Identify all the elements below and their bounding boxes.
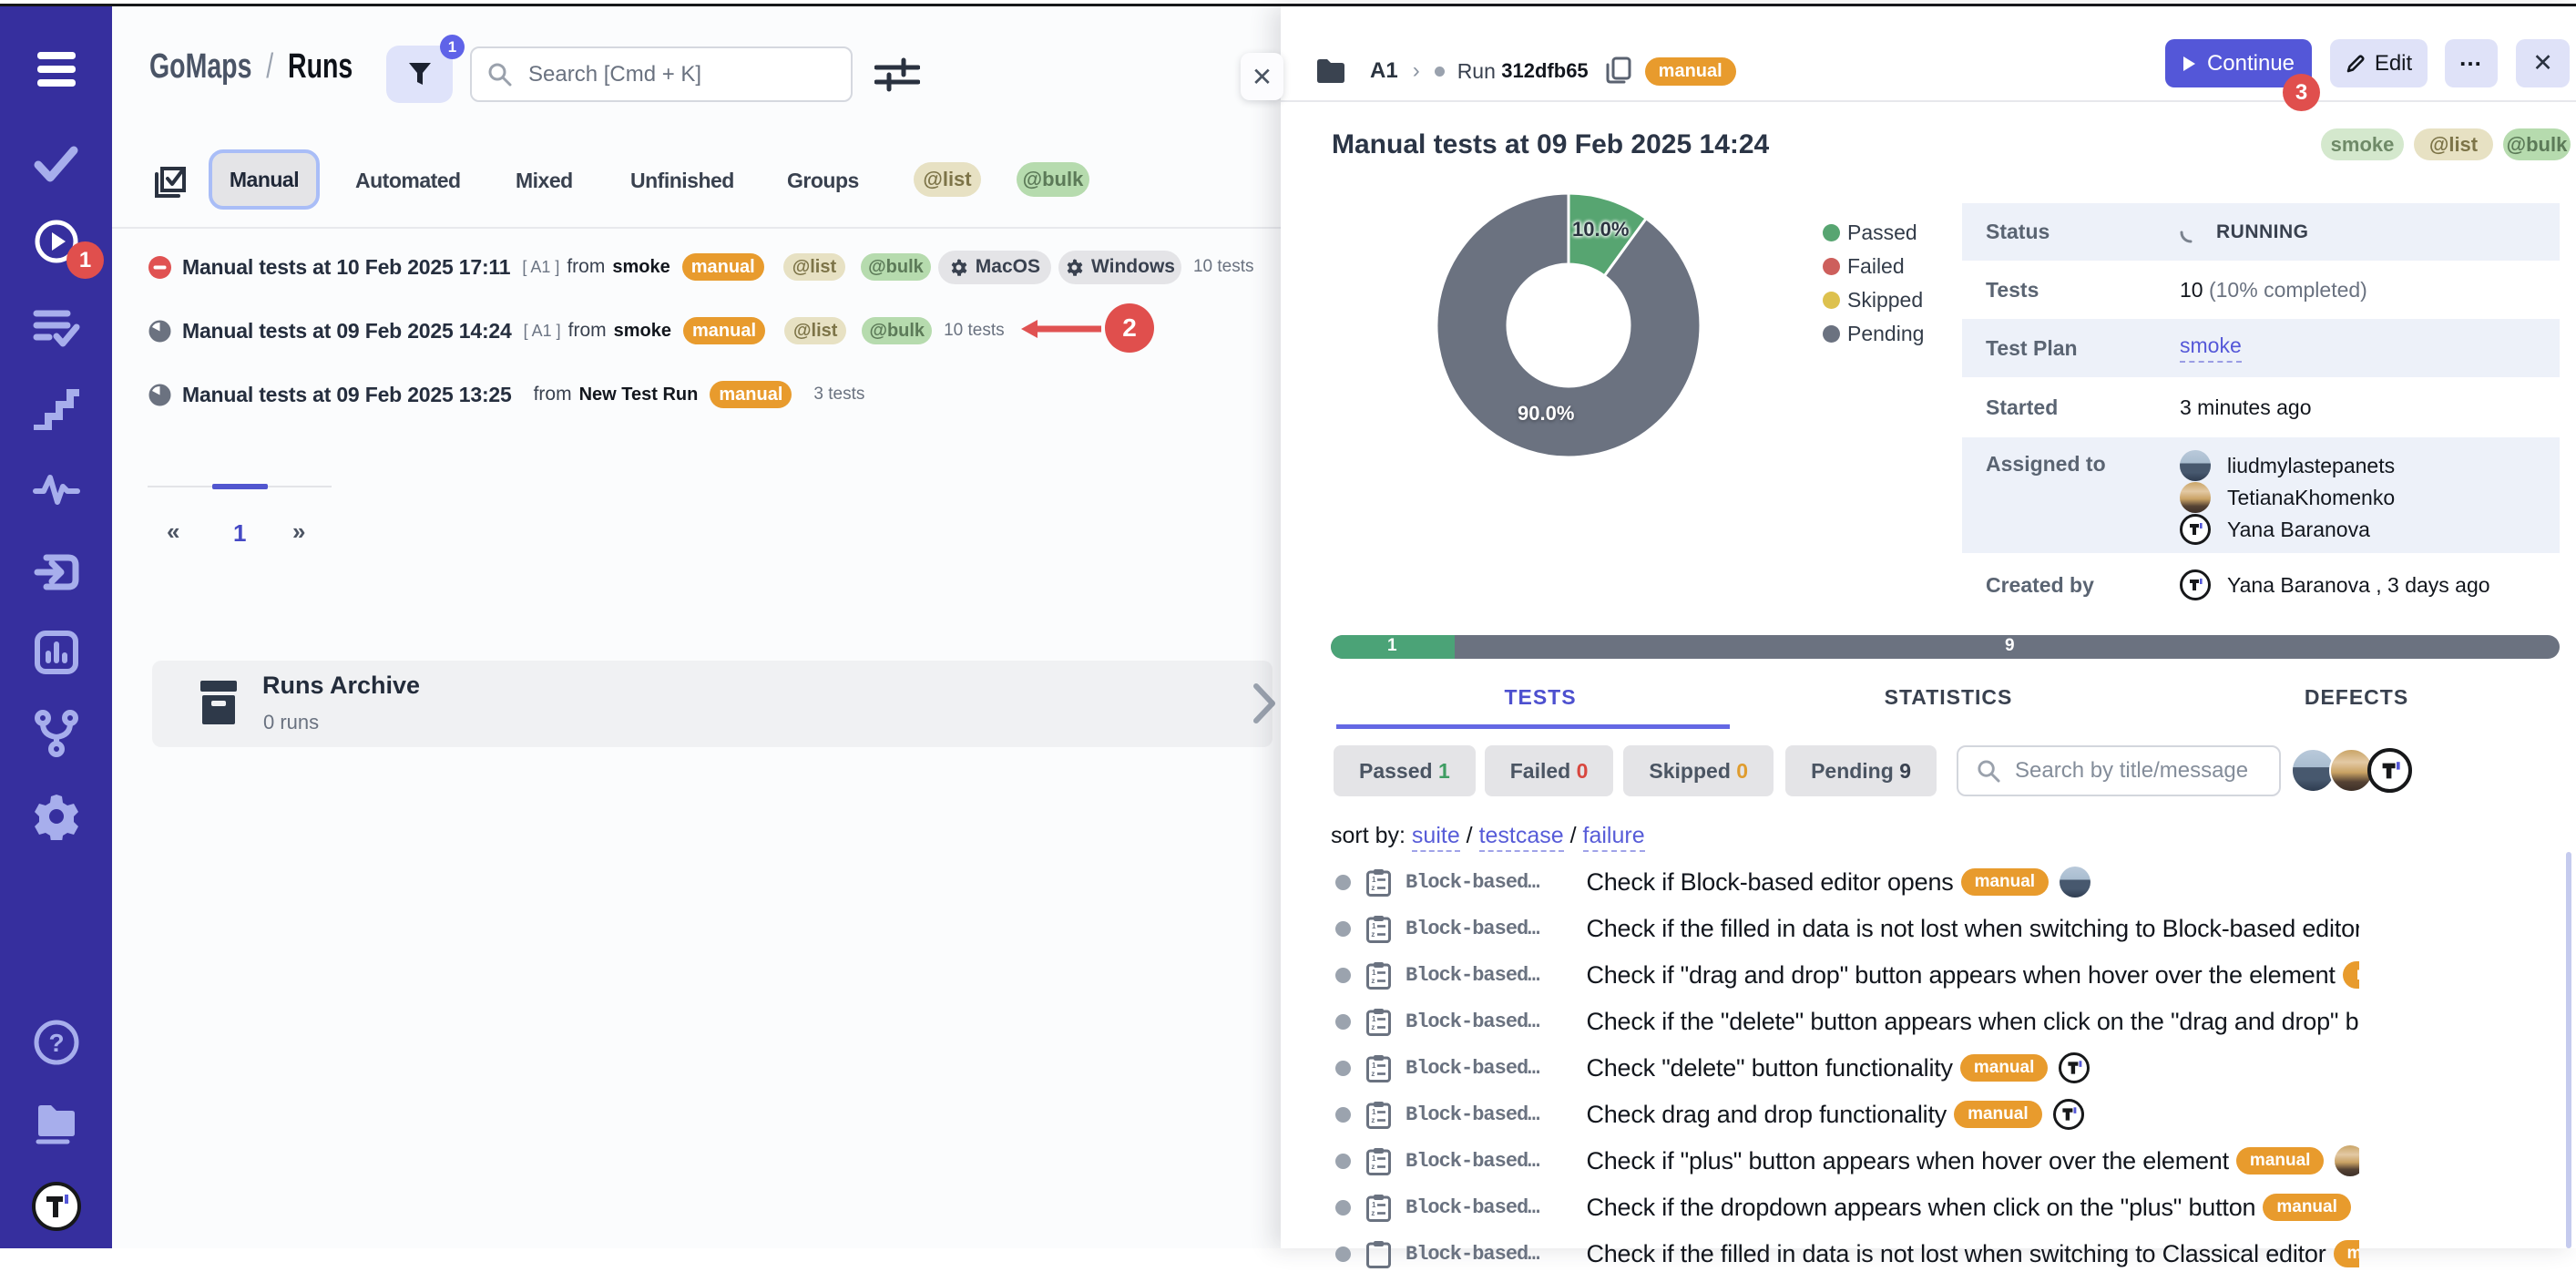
svg-text:z: z xyxy=(1371,977,1375,985)
svg-text:z: z xyxy=(1371,1023,1375,1031)
svg-text:z: z xyxy=(1371,884,1375,892)
svg-text:z: z xyxy=(1371,1070,1375,1078)
svg-text:1: 1 xyxy=(1372,876,1376,884)
svg-text:z: z xyxy=(1371,1116,1375,1124)
svg-text:1: 1 xyxy=(1372,1015,1376,1023)
svg-text:z: z xyxy=(1371,930,1375,939)
svg-text:1: 1 xyxy=(1372,1062,1376,1070)
svg-text:1: 1 xyxy=(1372,1108,1376,1116)
svg-text:1: 1 xyxy=(1372,969,1376,977)
svg-text:1: 1 xyxy=(1372,1154,1376,1163)
svg-text:z: z xyxy=(1371,1209,1375,1217)
svg-text:1: 1 xyxy=(1372,922,1376,930)
svg-text:1: 1 xyxy=(1372,1201,1376,1209)
svg-text:z: z xyxy=(1371,1163,1375,1171)
svg-text:?: ? xyxy=(48,1029,64,1057)
